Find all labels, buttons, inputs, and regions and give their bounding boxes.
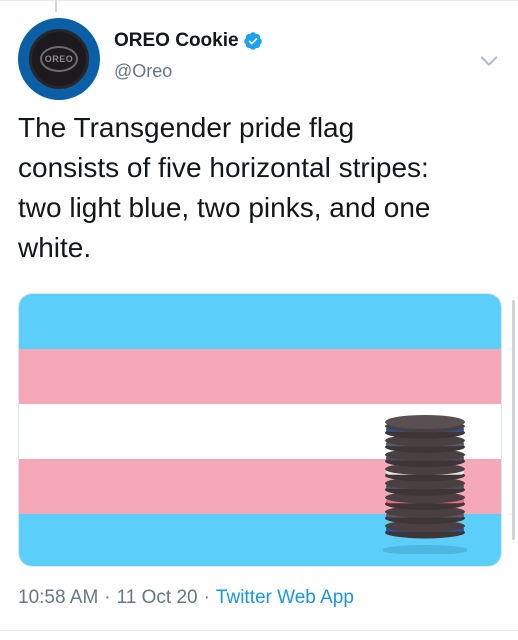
tweet-source-link[interactable]: Twitter Web App	[216, 587, 354, 609]
bottom-divider	[0, 630, 518, 631]
separator-dot: ·	[104, 587, 111, 608]
cookie-top	[385, 415, 465, 429]
oreo-logo-mark: OREO	[40, 46, 78, 72]
oreo-cookie-stack	[383, 415, 467, 554]
tweet-media-image[interactable]	[18, 293, 502, 567]
flag-stripe-pink-upper	[19, 349, 501, 404]
tweet-date[interactable]: 11 Oct 20	[117, 587, 198, 609]
tweet-metadata: 10:58 AM · 11 Oct 20 · Twitter Web App	[18, 587, 354, 609]
user-handle[interactable]: @Oreo	[114, 61, 172, 82]
top-divider	[0, 0, 518, 1]
thread-connector-line	[55, 0, 57, 12]
oreo-cookie-logo: OREO	[29, 29, 89, 89]
separator-dot: ·	[203, 587, 210, 608]
display-name[interactable]: OREO Cookie	[114, 30, 239, 52]
verified-badge-icon	[243, 32, 262, 50]
chevron-down-icon[interactable]	[478, 50, 500, 72]
flag-stripe-blue-top	[19, 294, 501, 349]
avatar[interactable]: OREO	[18, 18, 100, 100]
scrollbar[interactable]	[512, 300, 515, 540]
author-name-row[interactable]: OREO Cookie	[114, 30, 263, 52]
tweet-text: The Transgender pride flag consists of f…	[18, 112, 431, 263]
tweet-time[interactable]: 10:58 AM	[18, 587, 98, 609]
